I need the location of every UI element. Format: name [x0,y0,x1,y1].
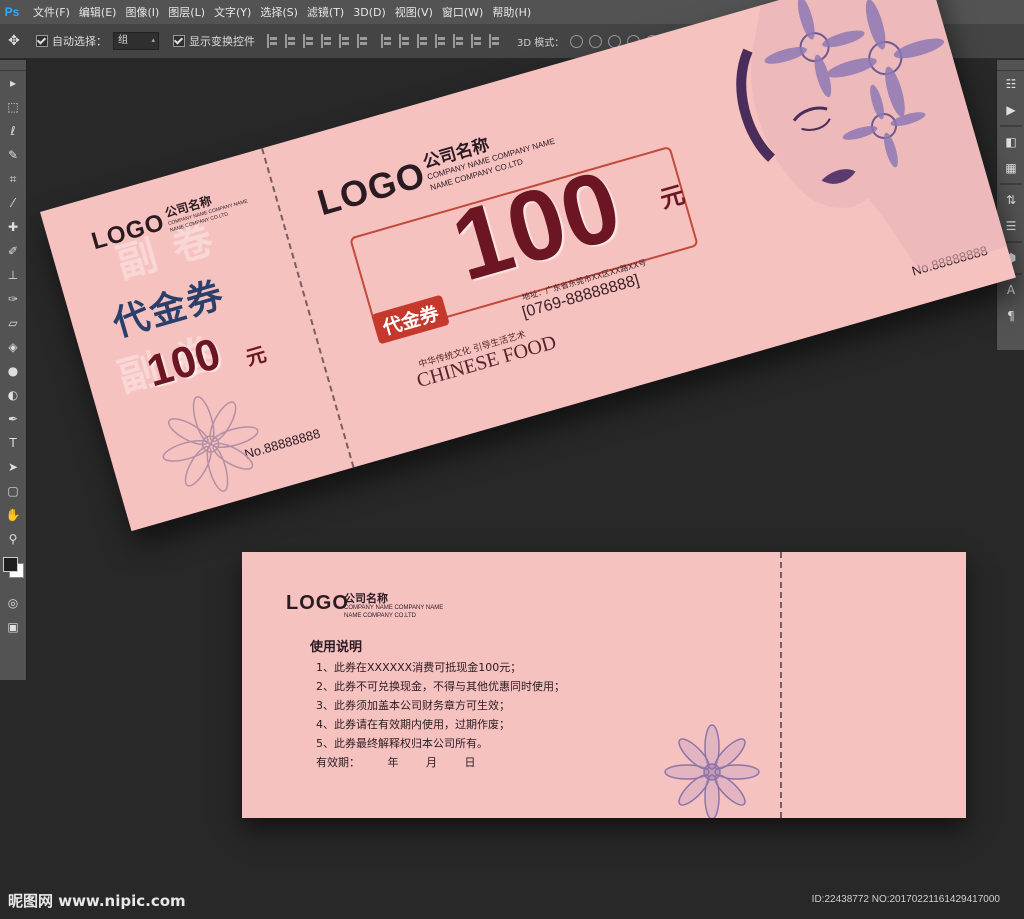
3d-roll-icon[interactable] [589,34,603,48]
pen-icon[interactable]: ✒ [0,407,26,431]
paragraph-panel-icon[interactable]: ¶ [997,303,1024,329]
menu-help[interactable]: 帮助(H) [492,4,531,20]
dock-separator [1000,183,1022,185]
actions-play-icon[interactable]: ▶ [997,97,1024,123]
align-top-icon[interactable] [267,34,279,48]
screen-mode-icon[interactable]: ▣ [0,615,26,639]
align-left-icon[interactable] [321,34,333,48]
voucher-front: 副 卷 副 卷 LOGO 公司名称 COMPANY NAME COMPANY N… [40,0,1016,532]
menu-image[interactable]: 图像(I) [125,4,159,20]
path-select-icon[interactable]: ➤ [0,455,26,479]
usage-rule: 1、此券在XXXXXX消费可抵现金100元； [316,661,522,674]
distribute-top-icon[interactable] [381,34,393,48]
align-buttons [267,34,369,48]
distribute-right-icon[interactable] [471,34,483,48]
align-hcenter-icon[interactable] [339,34,351,48]
move-icon[interactable]: ▸ [0,71,26,95]
photoshop-logo-icon: Ps [4,5,20,19]
clone-stamp-icon[interactable]: ⊥ [0,263,26,287]
move-tool-preset-icon[interactable]: ✥ [0,33,28,49]
validity-month: 月 [426,756,437,769]
show-transform-label: 显示变换控件 [189,35,255,48]
dodge-icon[interactable]: ◐ [0,383,26,407]
quick-select-icon[interactable]: ✎ [0,143,26,167]
menu-view[interactable]: 视图(V) [395,4,433,20]
menu-layer[interactable]: 图层(L) [168,4,205,20]
eyedropper-icon[interactable]: ⁄ [0,191,26,215]
back-company-en-line: COMPANY NAME COMPANY NAME [344,605,444,611]
distribute-vcenter-icon[interactable] [399,34,411,48]
usage-rules-list: 1、此券在XXXXXX消费可抵现金100元； 2、此券不可兑换现金，不得与其他优… [316,658,565,753]
align-vcenter-icon[interactable] [285,34,297,48]
panel-grip[interactable] [0,60,26,71]
back-company-en: COMPANY NAME COMPANY NAME NAME COMPANY C… [344,604,443,620]
3d-orbit-icon[interactable] [570,34,584,48]
adjustments-icon[interactable]: ⇅ [997,187,1024,213]
site-watermark: 昵图网 www.nipic.com [8,892,186,910]
tools-panel: ▸ ⬚ ℓ ✎ ⌗ ⁄ ✚ ✐ ⊥ ✑ ▱ ◈ ● ◐ ✒ T ➤ ▢ ✋ ⚲ … [0,60,27,680]
brush-icon[interactable]: ✐ [0,239,26,263]
swatches-panel-icon[interactable]: ▦ [997,155,1024,181]
crop-icon[interactable]: ⌗ [0,167,26,191]
dock-separator [1000,125,1022,127]
voucher-back: LOGO 公司名称 COMPANY NAME COMPANY NAME NAME… [242,552,966,818]
type-icon[interactable]: T [0,431,26,455]
menu-type[interactable]: 文字(Y) [214,4,251,20]
menu-filter[interactable]: 滤镜(T) [307,4,344,20]
history-panel-icon[interactable]: ☷ [997,71,1024,97]
validity-period: 有效期： 年 月 日 [316,754,500,770]
quick-mask-icon[interactable]: ◎ [0,591,26,615]
back-flower-icon [664,724,760,818]
menu-3d[interactable]: 3D(D) [353,6,386,19]
color-swatches [0,551,26,591]
menu-edit[interactable]: 编辑(E) [79,4,117,20]
menu-file[interactable]: 文件(F) [33,4,70,20]
align-bottom-icon[interactable] [303,34,315,48]
stub-unit: 元 [243,341,269,371]
hand-icon[interactable]: ✋ [0,503,26,527]
3d-mode-label: 3D 模式： [517,37,565,49]
main-logo: LOGO [312,153,430,224]
menu-select[interactable]: 选择(S) [260,4,298,20]
perforation-line [780,552,782,818]
healing-brush-icon[interactable]: ✚ [0,215,26,239]
foreground-color-swatch[interactable] [3,557,18,572]
auto-align-icon[interactable] [489,34,501,48]
dock-grip[interactable] [997,60,1024,71]
eraser-icon[interactable]: ▱ [0,311,26,335]
distribute-bottom-icon[interactable] [417,34,429,48]
auto-select-label: 自动选择： [52,35,107,48]
menu-window[interactable]: 窗口(W) [442,4,483,20]
lasso-icon[interactable]: ℓ [0,119,26,143]
usage-rule: 2、此券不可兑换现金，不得与其他优惠同时使用； [316,680,565,693]
align-right-icon[interactable] [357,34,369,48]
usage-rule: 4、此券请在有效期内使用，过期作废； [316,718,510,731]
back-logo: LOGO [286,592,349,614]
zoom-icon[interactable]: ⚲ [0,527,26,551]
rect-marquee-icon[interactable]: ⬚ [0,95,26,119]
usage-rule: 5、此券最终解释权归本公司所有。 [316,737,488,750]
auto-select-checkbox[interactable] [36,35,48,47]
image-id: ID:22438772 NO:20170221161429417000 [811,894,1000,905]
distribute-hcenter-icon[interactable] [453,34,465,48]
color-panel-icon[interactable]: ◧ [997,129,1024,155]
paint-bucket-icon[interactable]: ◈ [0,335,26,359]
auto-select-dropdown[interactable]: 组 [113,32,159,50]
right-panel-dock: ☷ ▶ ◧ ▦ ⇅ ☰ ⬢ A ¶ [996,60,1024,350]
distribute-left-icon[interactable] [435,34,447,48]
validity-year: 年 [387,756,399,769]
rectangle-shape-icon[interactable]: ▢ [0,479,26,503]
validity-label: 有效期： [316,756,360,769]
usage-instructions-title: 使用说明 [310,640,363,655]
validity-day: 日 [464,756,476,769]
distribute-buttons [381,34,501,48]
show-transform-checkbox[interactable] [173,35,185,47]
history-brush-icon[interactable]: ✑ [0,287,26,311]
usage-rule: 3、此券须加盖本公司财务章方可生效； [316,699,510,712]
back-company-en-line: NAME COMPANY CO.LTD [344,613,417,619]
blur-icon[interactable]: ● [0,359,26,383]
